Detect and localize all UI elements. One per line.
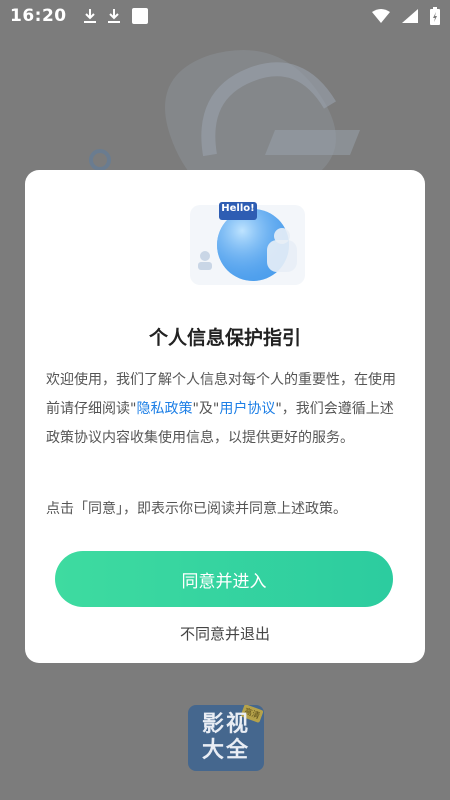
user-agreement-link[interactable]: 用户协议 — [219, 401, 275, 417]
consent-note: 点击「同意」，即表示你已阅读并同意上述政策。 — [46, 501, 347, 517]
signal-icon — [402, 9, 418, 23]
agree-button[interactable]: 同意并进入 — [55, 551, 393, 607]
privacy-policy-link[interactable]: 隐私政策 — [136, 401, 192, 417]
body-text-2: "及" — [192, 401, 220, 417]
disagree-button[interactable]: 不同意并退出 — [25, 623, 425, 644]
status-time: 16:20 — [10, 6, 67, 26]
hello-bubble-text: Hello! — [221, 203, 255, 214]
download-icon — [83, 9, 96, 23]
dialog-title: 个人信息保护指引 — [148, 327, 301, 349]
download-icon — [107, 9, 120, 23]
status-bar: 16:20 — [0, 0, 450, 32]
splash-background-art — [89, 50, 360, 185]
logo-line-2: 大全 — [201, 738, 250, 763]
battery-charging-icon — [430, 7, 440, 25]
logo-line-1: 影视 — [201, 712, 250, 737]
wifi-icon — [372, 9, 390, 23]
privacy-dialog: Hello! 个人信息保护指引 欢迎使用，我们了解个人信息对每个人的重要性，在使… — [25, 170, 425, 663]
notification-square-icon — [131, 8, 148, 24]
dialog-body: 欢迎使用，我们了解个人信息对每个人的重要性，在使用前请仔细阅读"隐私政策"及"用… — [46, 366, 406, 453]
app-logo: 高清 影视 大全 — [188, 705, 264, 771]
